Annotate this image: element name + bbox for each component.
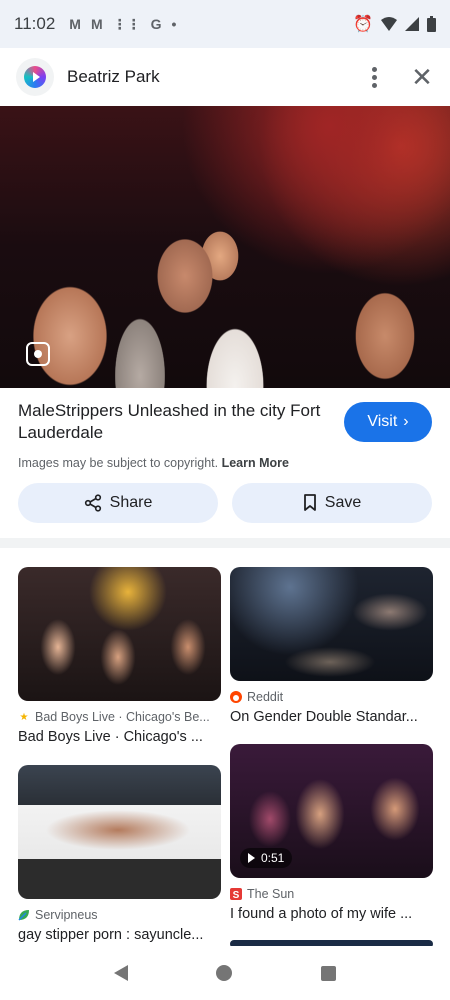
related-card[interactable]: ★ Bad Boys Live · Chicago's Be... Bad Bo… xyxy=(18,567,221,745)
related-thumbnail[interactable]: 0:51 xyxy=(230,744,433,878)
home-icon[interactable] xyxy=(216,965,233,981)
related-thumbnail[interactable] xyxy=(230,567,433,681)
section-divider xyxy=(0,538,450,548)
copyright-text: Images may be subject to copyright. xyxy=(18,456,219,470)
recents-icon[interactable] xyxy=(320,965,336,981)
save-button[interactable]: Save xyxy=(232,483,432,523)
grid-icon: ⋮⋮ xyxy=(112,15,141,32)
related-title[interactable]: On Gender Double Standar... xyxy=(230,709,433,725)
wifi-icon xyxy=(381,17,397,31)
visit-button[interactable]: Visit › xyxy=(344,402,432,442)
gmail-icon: M xyxy=(90,16,103,32)
related-source: ★ Bad Boys Live · Chicago's Be... xyxy=(18,710,221,724)
source-avatar[interactable] xyxy=(16,58,54,96)
copyright-notice: Images may be subject to copyright. Lear… xyxy=(18,456,432,470)
play-icon xyxy=(248,853,255,863)
status-bar: 11:02 M M ⋮⋮ G • ⏰ xyxy=(0,0,450,48)
related-source-label: Bad Boys Live · Chicago's Be... xyxy=(35,710,210,724)
duration-label: 0:51 xyxy=(261,851,285,865)
visit-label: Visit xyxy=(367,413,398,430)
share-label: Share xyxy=(109,494,153,511)
save-label: Save xyxy=(324,494,362,511)
chevron-right-icon: › xyxy=(403,413,409,430)
status-time: 11:02 xyxy=(14,14,56,33)
result-info: MaleStrippers Unleashed in the city Fort… xyxy=(0,388,450,470)
play-logo-icon xyxy=(24,66,46,88)
hero-image[interactable] xyxy=(0,106,450,388)
result-title[interactable]: MaleStrippers Unleashed in the city Fort… xyxy=(18,400,328,444)
alarm-icon: ⏰ xyxy=(353,16,373,33)
system-nav-bar xyxy=(0,946,450,1000)
related-source-label: The Sun xyxy=(247,887,295,901)
video-duration: 0:51 xyxy=(240,848,293,868)
bookmark-icon xyxy=(303,494,316,511)
lens-icon[interactable] xyxy=(26,342,50,366)
learn-more-link[interactable]: Learn More xyxy=(222,456,289,470)
star-icon: ★ xyxy=(19,711,29,723)
reddit-icon xyxy=(230,691,242,703)
gmail-icon: M xyxy=(69,16,81,32)
action-row: Share Save xyxy=(18,483,432,523)
svg-text:S: S xyxy=(233,890,240,900)
related-card[interactable]: 0:51 S The Sun I found a photo of my wif… xyxy=(230,744,433,922)
share-button[interactable]: Share xyxy=(18,483,218,523)
related-source: Servipneus xyxy=(18,908,221,922)
related-title[interactable]: I found a photo of my wife ... xyxy=(230,906,433,922)
related-source-label: Servipneus xyxy=(35,908,98,922)
back-icon[interactable] xyxy=(114,965,129,981)
related-source: Reddit xyxy=(230,690,433,704)
more-vert-icon[interactable] xyxy=(362,66,386,88)
sun-icon: S xyxy=(230,888,242,900)
share-icon xyxy=(84,494,101,512)
battery-icon xyxy=(427,16,436,32)
related-thumbnail[interactable] xyxy=(18,765,221,899)
signal-icon xyxy=(405,17,419,31)
related-source-label: Reddit xyxy=(247,690,284,704)
related-title[interactable]: Bad Boys Live · Chicago's ... xyxy=(18,729,221,745)
related-card[interactable]: Reddit On Gender Double Standar... xyxy=(230,567,433,725)
dot-icon: • xyxy=(171,16,177,32)
source-name[interactable]: Beatriz Park xyxy=(67,67,160,87)
related-card[interactable]: Servipneus gay stipper porn : sayuncle..… xyxy=(18,765,221,943)
google-icon: G xyxy=(150,16,162,32)
related-source: S The Sun xyxy=(230,887,433,901)
leaf-icon xyxy=(18,910,29,921)
related-thumbnail[interactable] xyxy=(18,567,221,701)
close-icon[interactable]: ✕ xyxy=(410,62,434,93)
viewer-header: Beatriz Park ✕ xyxy=(0,48,450,106)
related-title[interactable]: gay stipper porn : sayuncle... xyxy=(18,927,221,943)
